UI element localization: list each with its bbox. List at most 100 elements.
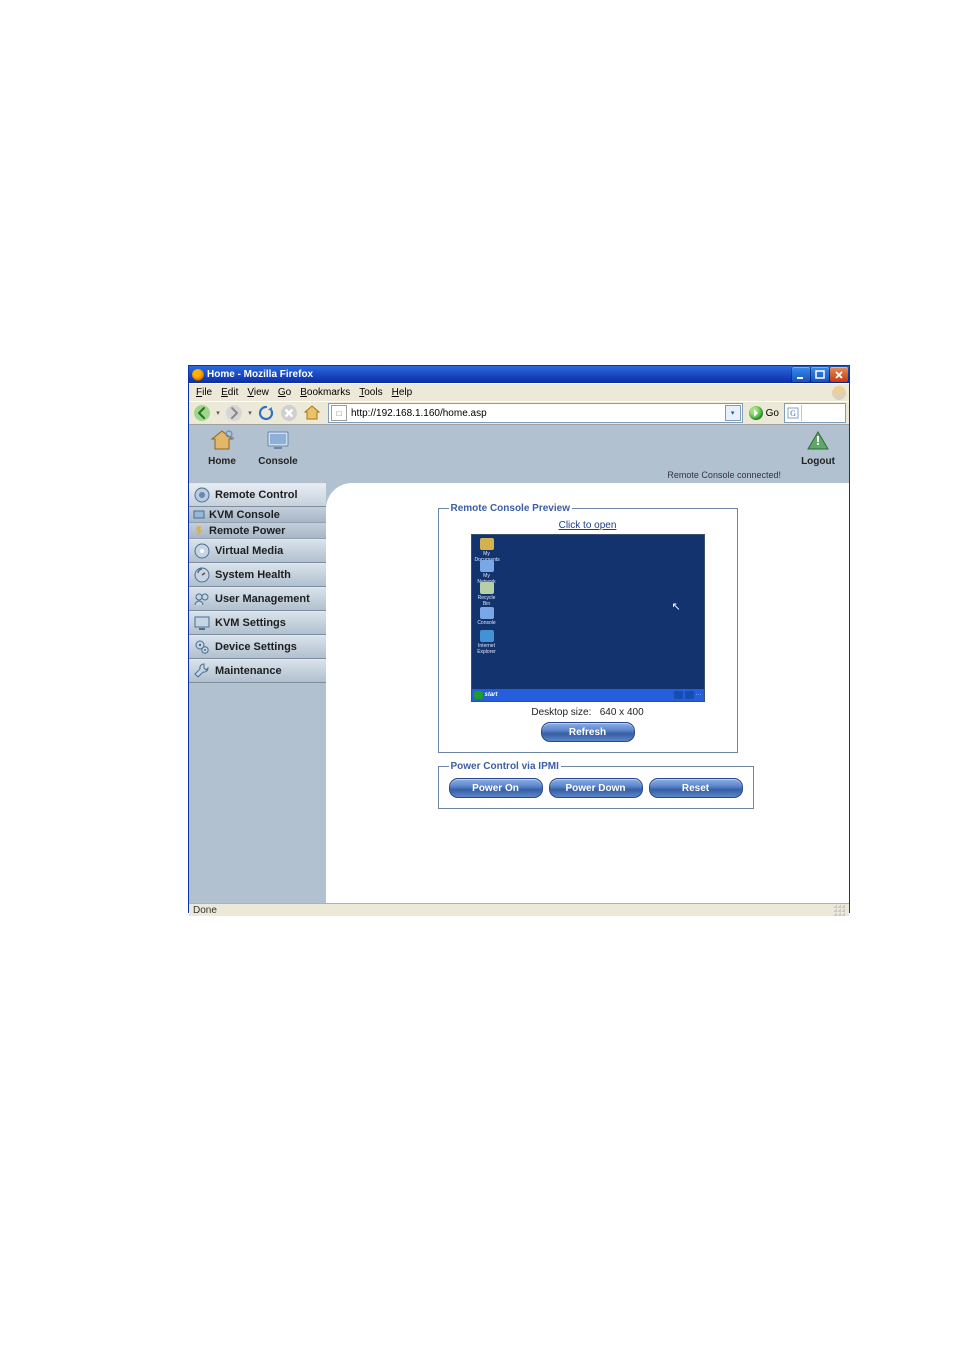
kvm-settings-icon	[192, 613, 212, 633]
main-content: Remote Console Preview Click to open My …	[326, 483, 849, 903]
back-dropdown-icon[interactable]: ▾	[215, 403, 221, 423]
home-button[interactable]	[302, 403, 322, 423]
sidebar-item-label: System Health	[215, 569, 291, 581]
menu-go[interactable]: Go	[274, 387, 295, 398]
menu-help[interactable]: Help	[388, 387, 417, 398]
device-settings-icon	[192, 637, 212, 657]
page-viewport: Home Console Logout Remote Console conne…	[189, 424, 849, 903]
header-home[interactable]: Home	[195, 429, 249, 467]
header-logout[interactable]: Logout	[791, 429, 845, 467]
menu-tools[interactable]: Tools	[355, 387, 386, 398]
go-label: Go	[766, 408, 779, 419]
svg-text:G: G	[790, 409, 796, 418]
back-button[interactable]	[192, 403, 212, 423]
menubar: File Edit View Go Bookmarks Tools Help	[189, 383, 849, 401]
start-button-icon: start	[474, 691, 498, 699]
desktop-size-value: 640 x 400	[600, 707, 644, 718]
desktop-size-label: Desktop size:	[531, 707, 591, 718]
sidebar-item-kvm-settings[interactable]: KVM Settings	[189, 611, 326, 635]
desktop-size: Desktop size: 640 x 400	[449, 707, 727, 718]
console-icon	[265, 429, 291, 451]
sidebar-item-device-settings[interactable]: Device Settings	[189, 635, 326, 659]
sidebar-item-label: Device Settings	[215, 641, 297, 653]
refresh-button[interactable]: Refresh	[541, 722, 635, 742]
system-health-icon	[192, 565, 212, 585]
url-dropdown-icon[interactable]: ▾	[725, 405, 741, 421]
nav-toolbar: ▾ ▾ □ ▾ Go	[189, 401, 849, 424]
activity-throbber-icon	[832, 386, 846, 400]
connection-status: Remote Console connected!	[667, 470, 781, 480]
user-management-icon	[192, 589, 212, 609]
desktop-icon: Internet Explorer	[475, 630, 499, 655]
minimize-button[interactable]	[792, 367, 810, 382]
sidebar-sub-power[interactable]: Remote Power	[189, 523, 326, 539]
page-favicon: □	[331, 405, 347, 421]
sidebar-item-label: Remote Control	[215, 489, 298, 501]
cursor-icon: ↖	[672, 600, 679, 607]
address-bar[interactable]: □ ▾	[328, 403, 743, 423]
remote-preview[interactable]: My Documents My Network Recycle Bin Cons…	[471, 534, 705, 702]
preview-taskbar: start ···	[472, 689, 704, 701]
search-box[interactable]: G	[784, 403, 846, 423]
sidebar-item-remote-control[interactable]: Remote Control	[189, 483, 326, 507]
header-logout-label: Logout	[791, 456, 845, 467]
click-to-open-link[interactable]: Click to open	[559, 520, 617, 531]
power-sub-icon	[192, 524, 206, 538]
url-input[interactable]	[349, 405, 725, 421]
header-home-label: Home	[195, 456, 249, 467]
go-button[interactable]: Go	[749, 406, 779, 420]
menu-bookmarks[interactable]: Bookmarks	[296, 387, 354, 398]
sidebar: Remote Control KVM Console Remote Power …	[189, 483, 326, 683]
sidebar-item-label: Virtual Media	[215, 545, 283, 557]
power-on-button[interactable]: Power On	[449, 778, 543, 798]
statusbar: Done	[189, 903, 849, 916]
reset-button[interactable]: Reset	[649, 778, 743, 798]
forward-dropdown-icon[interactable]: ▾	[247, 403, 253, 423]
sidebar-item-label: KVM Settings	[215, 617, 286, 629]
sidebar-sub-label: Remote Power	[209, 525, 285, 537]
power-down-button[interactable]: Power Down	[549, 778, 643, 798]
sidebar-item-virtual-media[interactable]: Virtual Media	[189, 539, 326, 563]
close-button[interactable]	[830, 367, 848, 382]
system-tray: ···	[674, 691, 702, 699]
sidebar-item-maintenance[interactable]: Maintenance	[189, 659, 326, 683]
preview-legend: Remote Console Preview	[449, 503, 572, 514]
statusbar-text: Done	[193, 905, 217, 916]
browser-window: Home - Mozilla Firefox File Edit View	[188, 365, 850, 913]
power-legend: Power Control via IPMI	[449, 761, 561, 772]
stop-button[interactable]	[279, 403, 299, 423]
sidebar-sub-kvm[interactable]: KVM Console	[189, 507, 326, 523]
menu-file[interactable]: File	[192, 387, 216, 398]
remote-control-icon	[192, 485, 212, 505]
desktop-icon: Recycle Bin	[475, 582, 499, 607]
forward-button[interactable]	[224, 403, 244, 423]
search-engine-icon[interactable]: G	[785, 405, 802, 421]
sidebar-item-user-management[interactable]: User Management	[189, 587, 326, 611]
click-to-open: Click to open	[449, 520, 727, 531]
sidebar-item-label: Maintenance	[215, 665, 282, 677]
home-icon	[209, 429, 235, 451]
virtual-media-icon	[192, 541, 212, 561]
maintenance-icon	[192, 661, 212, 681]
resize-grip-icon[interactable]	[833, 904, 845, 916]
logout-icon	[805, 429, 831, 451]
header-console[interactable]: Console	[251, 429, 305, 467]
page-header: Home Console Logout Remote Console conne…	[189, 425, 849, 483]
go-icon	[749, 406, 763, 420]
firefox-icon	[192, 369, 204, 381]
sidebar-item-system-health[interactable]: System Health	[189, 563, 326, 587]
reload-button[interactable]	[256, 403, 276, 423]
main-panel: Remote Console Preview Click to open My …	[438, 503, 738, 903]
window-controls	[792, 367, 848, 382]
maximize-button[interactable]	[811, 367, 829, 382]
sidebar-item-label: User Management	[215, 593, 310, 605]
menu-view[interactable]: View	[243, 387, 273, 398]
group-remote-preview: Remote Console Preview Click to open My …	[438, 503, 738, 753]
group-power-control: Power Control via IPMI Power On Power Do…	[438, 761, 754, 809]
window-titlebar: Home - Mozilla Firefox	[189, 366, 849, 383]
menu-edit[interactable]: Edit	[217, 387, 242, 398]
sidebar-sub-label: KVM Console	[209, 509, 280, 521]
titlebar-left: Home - Mozilla Firefox	[192, 369, 313, 381]
header-console-label: Console	[251, 456, 305, 467]
kvm-sub-icon	[192, 508, 206, 522]
